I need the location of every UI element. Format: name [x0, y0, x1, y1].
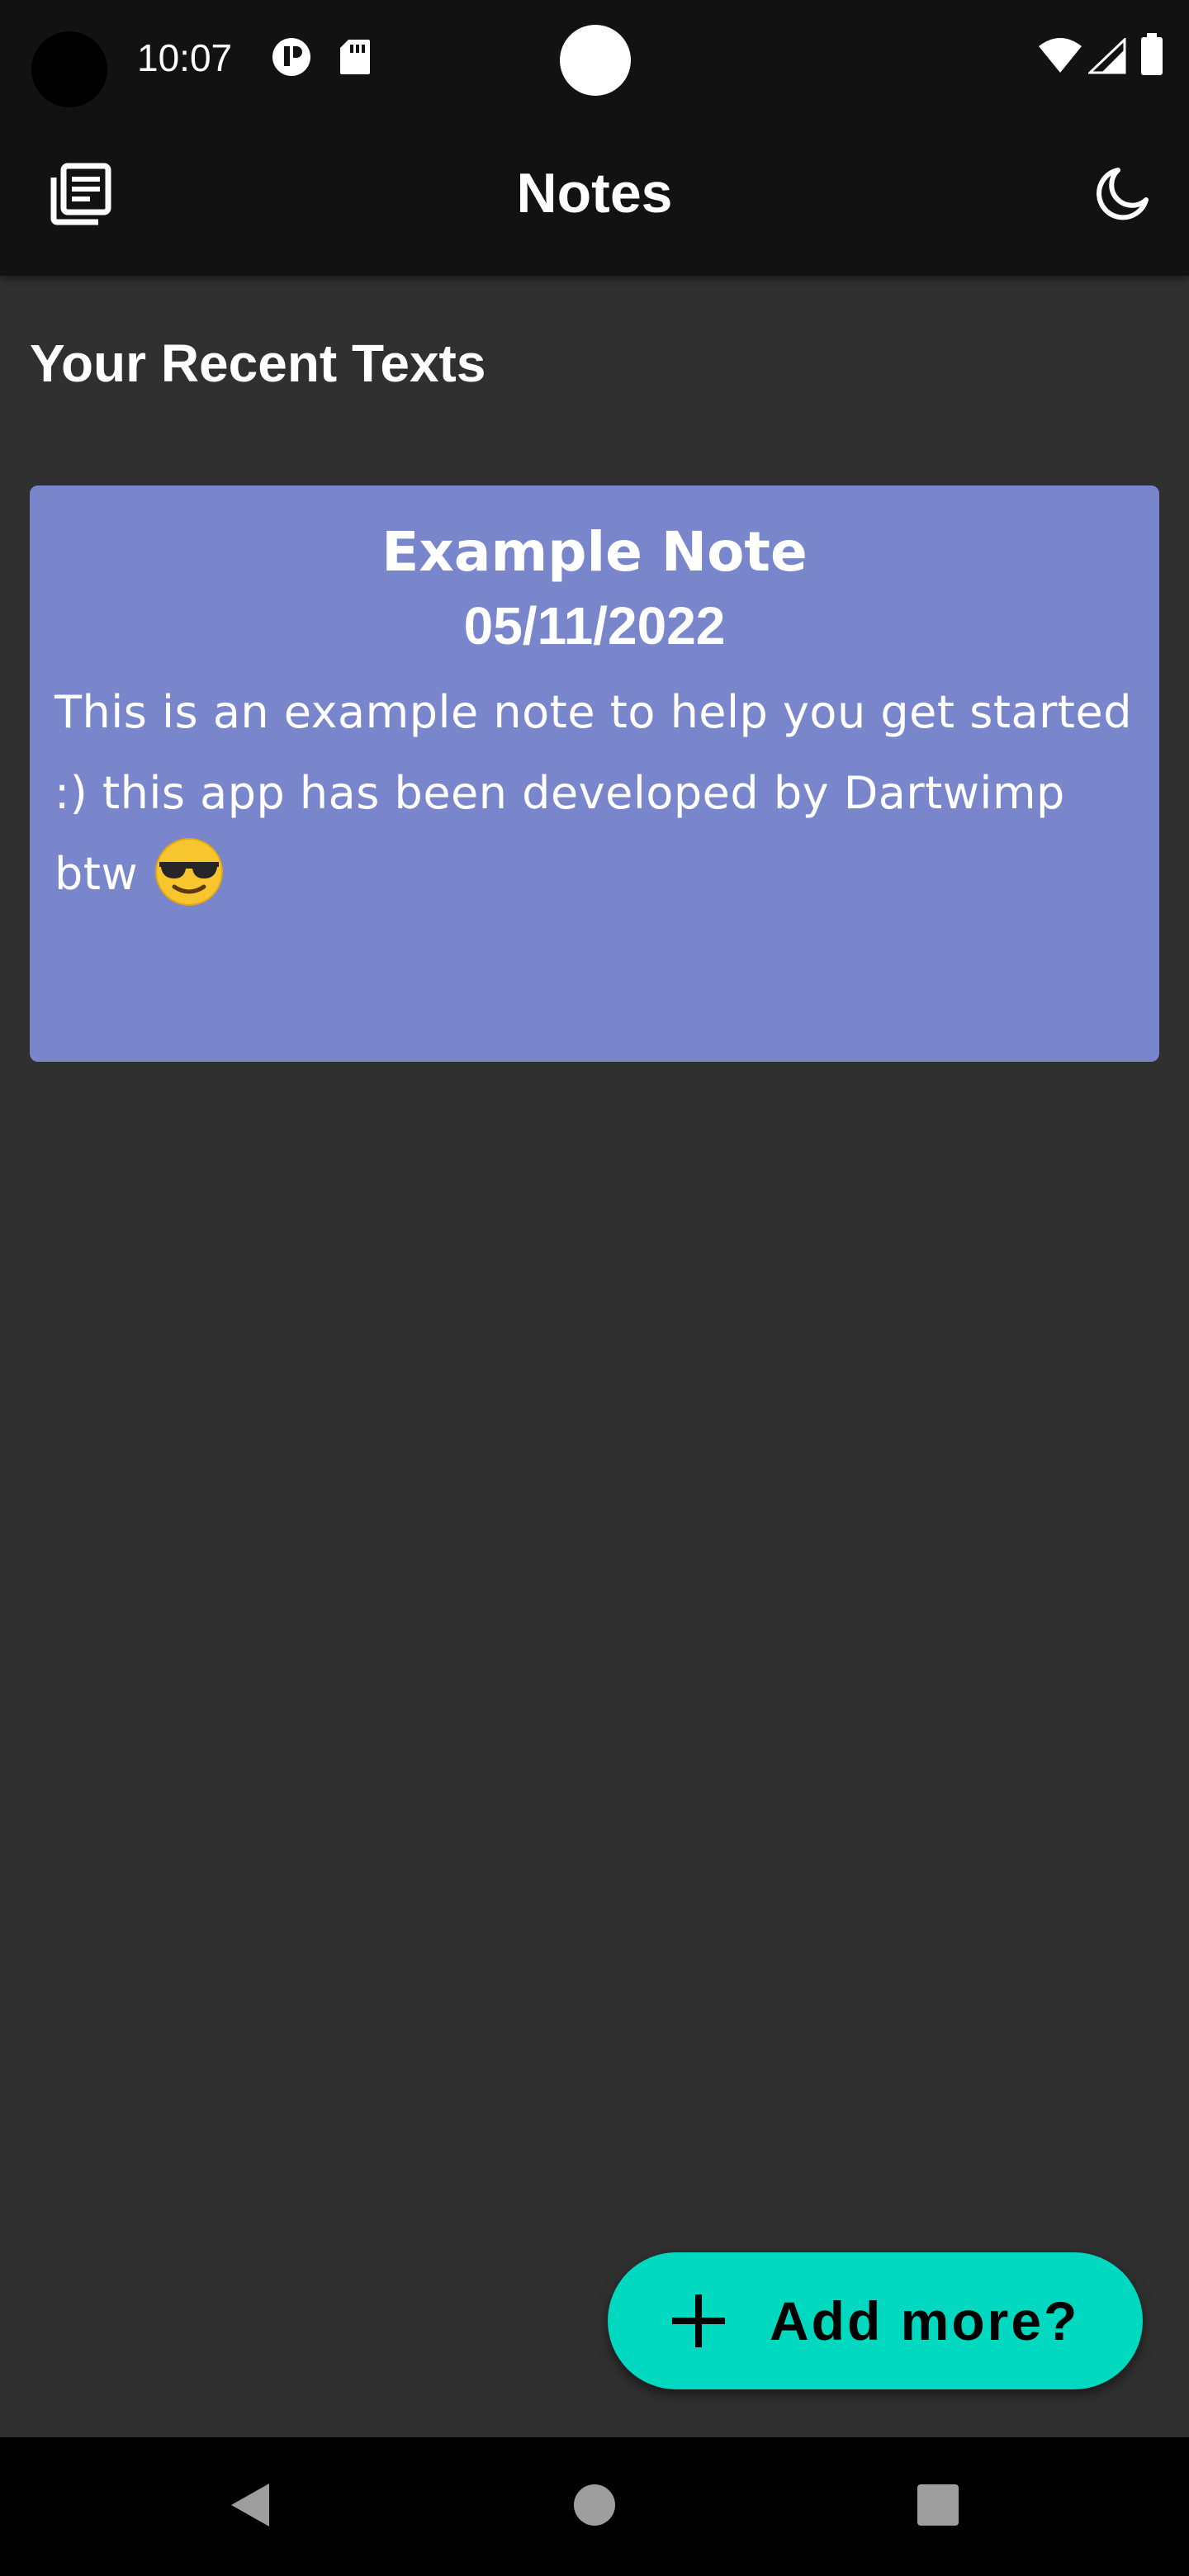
- camera-cutout: [31, 31, 107, 107]
- add-note-button[interactable]: Add more?: [608, 2252, 1143, 2389]
- wifi-icon: [1037, 36, 1083, 78]
- note-body-line: This is an example note to help you get …: [54, 686, 1132, 738]
- plus-icon: [669, 2291, 728, 2351]
- back-icon: [226, 2480, 272, 2534]
- section-title: Your Recent Texts: [30, 334, 486, 393]
- note-body-line: :) this app has been developed by Dartwi…: [54, 767, 1065, 819]
- app-notification-icon: [271, 36, 312, 82]
- dark-mode-toggle-button[interactable]: [1085, 159, 1159, 233]
- home-icon: [572, 2483, 617, 2531]
- note-title: Example Note: [381, 520, 808, 584]
- recents-button[interactable]: [897, 2465, 979, 2548]
- status-indicator-dot: [560, 25, 631, 96]
- note-date: 05/11/2022: [463, 596, 726, 656]
- battery-icon: [1139, 33, 1164, 80]
- add-note-label: Add more?: [770, 2290, 1080, 2351]
- status-bar: 10:07: [0, 0, 1189, 112]
- sd-card-icon: [339, 38, 372, 80]
- note-card[interactable]: Example Note 05/11/2022 This is an examp…: [30, 485, 1159, 1062]
- app-title: Notes: [516, 162, 673, 225]
- back-button[interactable]: [208, 2465, 291, 2548]
- recents-icon: [916, 2483, 960, 2531]
- app-bar: Notes: [0, 112, 1189, 276]
- cell-signal-icon: [1087, 36, 1126, 78]
- system-nav-bar: [0, 2437, 1189, 2576]
- sunglasses-face-emoji-icon: [153, 836, 225, 908]
- home-button[interactable]: [553, 2465, 636, 2548]
- notes-screen: 10:07 Notes Your Recent Texts Example No…: [0, 0, 1189, 2576]
- status-time: 10:07: [137, 36, 233, 79]
- note-body-text: btw: [54, 848, 139, 900]
- note-body-line-last: btw: [54, 834, 1135, 915]
- note-body: This is an example note to help you get …: [54, 672, 1135, 915]
- moon-icon: [1093, 165, 1151, 227]
